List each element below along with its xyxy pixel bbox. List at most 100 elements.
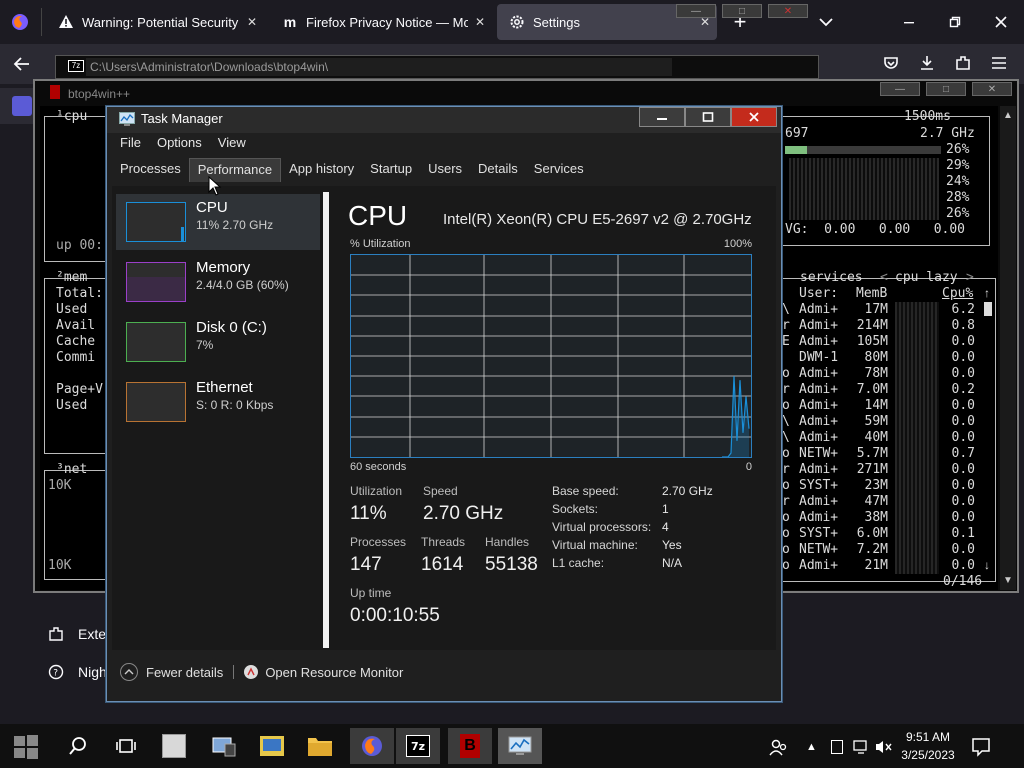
list-all-tabs-icon[interactable] bbox=[814, 10, 838, 34]
proc-user: SYST+ bbox=[799, 526, 839, 541]
sidebar-item-help[interactable]: ? Nigh bbox=[48, 664, 107, 680]
tab-users[interactable]: Users bbox=[420, 158, 470, 182]
resource-ethernet[interactable]: Ethernet S: 0 R: 0 Kbps bbox=[116, 374, 320, 430]
taskbar-firefox-icon[interactable] bbox=[350, 728, 394, 764]
explorer-maximize-button[interactable]: □ bbox=[722, 4, 762, 18]
network-icon[interactable] bbox=[852, 739, 870, 755]
clock-date[interactable]: 3/25/2023 bbox=[896, 748, 960, 762]
taskbar-btop-icon[interactable]: B bbox=[448, 728, 492, 764]
btop-refresh-rate[interactable]: 1500ms bbox=[904, 109, 951, 125]
proc-mem: 214M bbox=[856, 318, 888, 333]
tab-details[interactable]: Details bbox=[470, 158, 526, 182]
resource-cpu[interactable]: CPU 11% 2.70 GHz bbox=[116, 194, 320, 250]
tab-privacy-notice[interactable]: m Firefox Privacy Notice — Mozilla ✕ bbox=[270, 4, 492, 40]
proc-user: Admi+ bbox=[799, 398, 839, 413]
proc-mem: 5.7M bbox=[856, 446, 888, 461]
scroll-down-icon[interactable]: ▼ bbox=[1003, 575, 1013, 586]
close-tab-icon[interactable]: ✕ bbox=[240, 15, 264, 29]
btop-proc-header[interactable]: services bbox=[800, 270, 863, 286]
btop-page-row: Used bbox=[56, 398, 88, 413]
menu-view[interactable]: View bbox=[218, 135, 246, 155]
extensions-icon[interactable] bbox=[954, 54, 974, 74]
downloads-icon[interactable] bbox=[918, 54, 938, 74]
scroll-up-arrow-icon[interactable]: ↑ bbox=[984, 286, 992, 302]
taskbar-file-explorer-icon[interactable] bbox=[298, 728, 342, 764]
tm-minimize-button[interactable] bbox=[639, 107, 685, 127]
fewer-details-button[interactable]: Fewer details bbox=[120, 663, 223, 681]
sidebar-item-extensions[interactable]: Exte bbox=[48, 626, 106, 642]
cpu-thumbnail-spike bbox=[181, 227, 184, 241]
panel-splitter[interactable] bbox=[323, 192, 329, 648]
gear-icon bbox=[509, 14, 525, 30]
chevron-up-icon bbox=[120, 663, 138, 681]
memory-thumbnail-graph bbox=[126, 262, 186, 302]
restore-button[interactable] bbox=[932, 0, 978, 44]
people-icon[interactable] bbox=[768, 738, 788, 758]
show-hidden-icons-icon[interactable]: ▲ bbox=[806, 741, 817, 753]
pocket-icon[interactable] bbox=[882, 54, 902, 74]
volume-muted-icon[interactable] bbox=[874, 739, 894, 755]
tray-app-icon[interactable] bbox=[831, 740, 843, 754]
start-windows-icon[interactable] bbox=[8, 732, 44, 762]
resource-disk[interactable]: Disk 0 (C:) 7% bbox=[116, 314, 320, 370]
clock-time[interactable]: 9:51 AM bbox=[896, 730, 960, 744]
taskbar-app-blank-icon[interactable] bbox=[152, 728, 196, 764]
tab-security-warning[interactable]: Warning: Potential Security Risk Ahead ✕ bbox=[46, 4, 264, 40]
minimize-button[interactable] bbox=[886, 0, 932, 44]
menu-hamburger-icon[interactable] bbox=[990, 54, 1010, 74]
tab-services[interactable]: Services bbox=[526, 158, 592, 182]
close-tab-icon[interactable]: ✕ bbox=[468, 15, 492, 29]
resource-detail: S: 0 R: 0 Kbps bbox=[196, 398, 274, 412]
taskbar-control-panel-icon[interactable] bbox=[250, 728, 294, 764]
speed-label: Speed bbox=[423, 484, 458, 498]
task-view-icon[interactable] bbox=[104, 728, 148, 764]
btop-proc-cpu-graphs bbox=[895, 302, 939, 574]
scroll-down-arrow-icon[interactable]: ↓ bbox=[984, 558, 992, 574]
tab-app-history[interactable]: App history bbox=[281, 158, 362, 182]
proc-name-fragment: \ bbox=[782, 430, 790, 445]
tab-startup[interactable]: Startup bbox=[362, 158, 420, 182]
cpu-model-name: Intel(R) Xeon(R) CPU E5-2697 v2 @ 2.70GH… bbox=[443, 211, 752, 228]
explorer-close-button[interactable]: ✕ bbox=[768, 4, 808, 18]
menu-file[interactable]: File bbox=[120, 135, 141, 155]
btop-col-cpu[interactable]: Cpu% bbox=[942, 286, 973, 302]
action-center-icon[interactable] bbox=[970, 736, 992, 758]
menu-options[interactable]: Options bbox=[157, 135, 202, 155]
open-resource-monitor-link[interactable]: Open Resource Monitor bbox=[244, 665, 403, 680]
proc-mem: 80M bbox=[864, 350, 888, 365]
taskbar-search-icon[interactable] bbox=[56, 728, 100, 764]
tab-performance[interactable]: Performance bbox=[188, 158, 282, 182]
scroll-up-icon[interactable]: ▲ bbox=[1003, 110, 1013, 121]
btop-maximize-button[interactable]: □ bbox=[926, 82, 966, 96]
ethernet-thumbnail-graph bbox=[126, 382, 186, 422]
btop-proc-mode[interactable]: cpu lazy bbox=[895, 270, 958, 286]
tab-processes[interactable]: Processes bbox=[112, 158, 189, 182]
resource-memory[interactable]: Memory 2.4/4.0 GB (60%) bbox=[116, 254, 320, 310]
taskbar-7zip-icon[interactable]: 7z bbox=[396, 728, 440, 764]
taskbar-task-manager-icon[interactable] bbox=[498, 728, 542, 764]
threads-value: 1614 bbox=[421, 554, 464, 575]
btop-uptime: up 00: bbox=[56, 238, 103, 253]
back-arrow-icon[interactable] bbox=[12, 54, 36, 74]
btop-minimize-button[interactable]: — bbox=[880, 82, 920, 96]
close-window-button[interactable] bbox=[978, 0, 1024, 44]
firefox-logo-icon[interactable] bbox=[8, 10, 32, 34]
btop-proc-prev-icon[interactable]: < bbox=[880, 270, 888, 286]
taskbar-server-manager-icon[interactable] bbox=[202, 728, 246, 764]
uptime-label: Up time bbox=[350, 586, 392, 600]
btop-scrollbar[interactable] bbox=[1000, 106, 1016, 590]
explorer-address-bar[interactable]: C:\Users\Administrator\Downloads\btop4wi… bbox=[86, 58, 672, 76]
explorer-minimize-button[interactable]: — bbox=[676, 4, 716, 18]
tm-close-button[interactable] bbox=[731, 107, 777, 127]
proc-mem: 14M bbox=[864, 398, 888, 413]
btop-close-button[interactable]: ✕ bbox=[972, 82, 1012, 96]
btop-proc-next-icon[interactable]: > bbox=[966, 270, 974, 286]
proc-name-fragment: \ bbox=[782, 414, 790, 429]
memory-thumbnail-fill bbox=[127, 277, 185, 301]
spec-base-speed-label: Base speed: bbox=[552, 484, 619, 498]
utilization-axis-label: % Utilization bbox=[350, 238, 411, 250]
warning-icon bbox=[58, 14, 74, 30]
btop-proc-scrollbar-thumb[interactable] bbox=[984, 302, 992, 316]
threads-label: Threads bbox=[421, 535, 466, 549]
tm-maximize-button[interactable] bbox=[685, 107, 731, 127]
